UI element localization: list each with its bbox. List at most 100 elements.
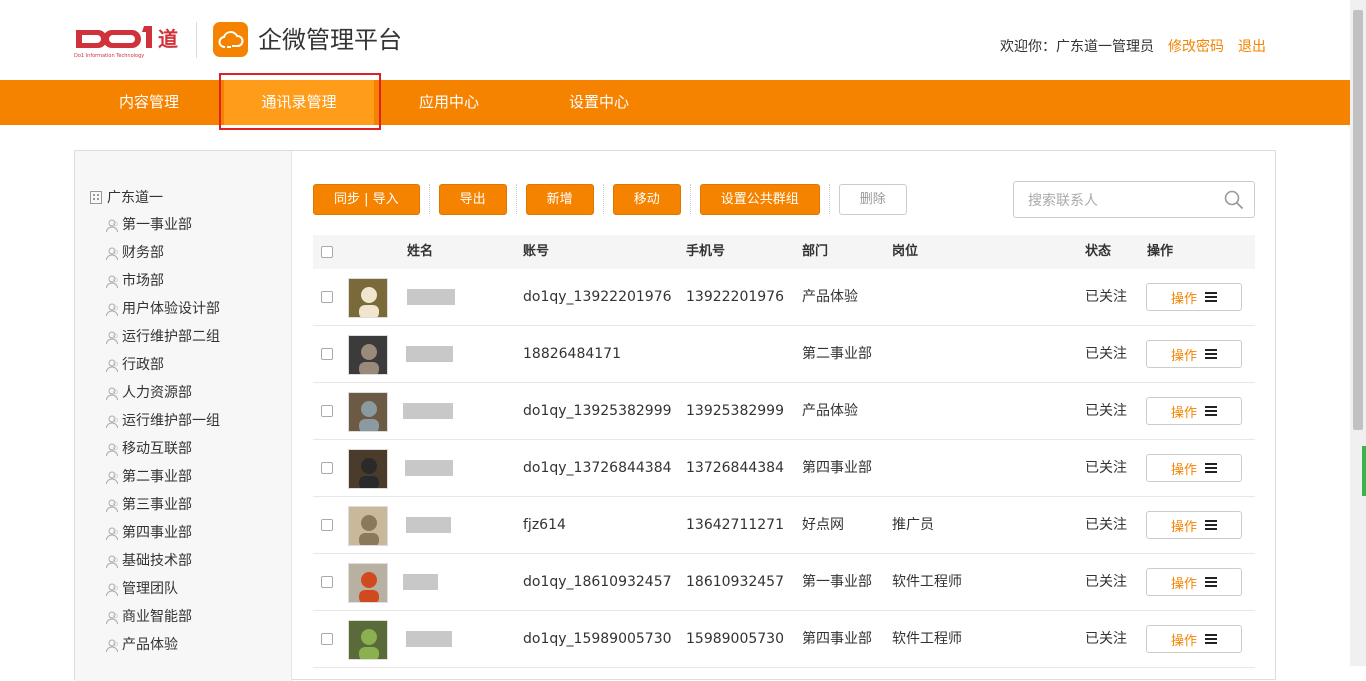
cell-phone: 15989005730: [686, 631, 784, 647]
row-checkbox[interactable]: [321, 519, 333, 531]
brand-logo[interactable]: 道 Do1 Information Technology: [74, 20, 184, 62]
person-group-icon: [105, 274, 120, 289]
logout-link[interactable]: 退出: [1238, 36, 1266, 56]
tree-item-label: 财务部: [122, 245, 164, 261]
name-redacted: [406, 517, 451, 533]
row-action-button[interactable]: 操作: [1146, 454, 1242, 482]
row-checkbox[interactable]: [321, 348, 333, 360]
scrollbar-thumb[interactable]: [1353, 10, 1363, 430]
change-password-link[interactable]: 修改密码: [1168, 36, 1224, 56]
cell-status: 已关注: [1085, 460, 1127, 476]
cell-department: 第二事业部: [802, 346, 872, 362]
tree-item[interactable]: 行政部: [105, 351, 220, 379]
header: 道 Do1 Information Technology 企微管理平台 欢迎你：…: [0, 0, 1366, 80]
tree-item[interactable]: 基础技术部: [105, 547, 220, 575]
avatar: [348, 506, 388, 546]
tree-item[interactable]: 第三事业部: [105, 491, 220, 519]
row-action-button[interactable]: 操作: [1146, 568, 1242, 596]
tree-item[interactable]: 市场部: [105, 267, 220, 295]
select-all-checkbox[interactable]: [321, 246, 333, 258]
tree-item-label: 产品体验: [122, 637, 178, 653]
name-redacted: [405, 460, 453, 476]
move-button[interactable]: 移动: [612, 183, 681, 215]
person-group-icon: [105, 498, 120, 513]
menu-icon: [1205, 634, 1217, 644]
logo-divider: [196, 22, 197, 58]
cell-account: fjz614: [523, 517, 566, 533]
main-nav: 内容管理 通讯录管理 应用中心 设置中心: [0, 80, 1350, 125]
header-position: 岗位: [892, 244, 919, 259]
tree-item[interactable]: 第二事业部: [105, 463, 220, 491]
tree-root[interactable]: 广东道一: [89, 187, 163, 207]
toolbar: 同步 | 导入 导出 新增 移动 设置公共群组 删除: [313, 183, 907, 215]
main-panel: 广东道一 第一事业部 财务部 市场部 用户体验设计部 运行维护部二组 行政部 人力资源部 运行…: [74, 150, 1276, 681]
tree-item[interactable]: 产品体验: [105, 631, 220, 659]
search-icon[interactable]: [1224, 190, 1244, 214]
page-scrollbar[interactable]: [1350, 0, 1366, 666]
menu-icon: [1205, 349, 1217, 359]
avatar: [348, 449, 388, 489]
nav-app-center[interactable]: 应用中心: [374, 80, 524, 125]
tree-root-label: 广东道一: [107, 190, 163, 206]
table-row[interactable]: 18826484171 第二事业部 已关注 操作: [313, 326, 1255, 383]
row-action-label: 操作: [1170, 462, 1197, 478]
tree-item[interactable]: 移动互联部: [105, 435, 220, 463]
export-button[interactable]: 导出: [438, 183, 507, 215]
menu-icon: [1205, 577, 1217, 587]
tree-item[interactable]: 商业智能部: [105, 603, 220, 631]
row-checkbox[interactable]: [321, 576, 333, 588]
cell-account: 18826484171: [523, 346, 621, 362]
table-row[interactable]: do1qy_15989005730 15989005730 第四事业部 软件工程师 已关…: [313, 611, 1255, 668]
tree-item[interactable]: 第一事业部: [105, 211, 220, 239]
cell-position: 软件工程师: [892, 574, 962, 590]
row-action-button[interactable]: 操作: [1146, 283, 1242, 311]
tree-item[interactable]: 财务部: [105, 239, 220, 267]
tree-item-label: 第四事业部: [122, 525, 192, 541]
cell-account: do1qy_18610932457: [523, 574, 672, 590]
person-group-icon: [105, 638, 120, 653]
side-float-tab[interactable]: [1362, 446, 1366, 496]
row-checkbox[interactable]: [321, 405, 333, 417]
user-area: 欢迎你：广东道一管理员 修改密码 退出: [1000, 36, 1266, 56]
tree-item[interactable]: 人力资源部: [105, 379, 220, 407]
sync-import-button[interactable]: 同步 | 导入: [313, 183, 420, 215]
tree-item[interactable]: 第四事业部: [105, 519, 220, 547]
set-public-group-button[interactable]: 设置公共群组: [699, 183, 820, 215]
tree-item-label: 移动互联部: [122, 441, 192, 457]
row-action-label: 操作: [1170, 405, 1197, 421]
table-row[interactable]: fjz614 13642711271 好点网 推广员 已关注 操作: [313, 497, 1255, 554]
building-icon: [90, 190, 102, 204]
add-button[interactable]: 新增: [525, 183, 594, 215]
cell-department: 好点网: [802, 517, 844, 533]
row-checkbox[interactable]: [321, 291, 333, 303]
person-group-icon: [105, 218, 120, 233]
row-checkbox[interactable]: [321, 462, 333, 474]
tree-item[interactable]: 管理团队: [105, 575, 220, 603]
cell-department: 产品体验: [802, 403, 858, 419]
row-action-button[interactable]: 操作: [1146, 340, 1242, 368]
person-group-icon: [105, 442, 120, 457]
name-redacted: [403, 403, 453, 419]
person-group-icon: [105, 582, 120, 597]
search-input[interactable]: [1014, 182, 1214, 217]
table-row[interactable]: do1qy_13726844384 13726844384 第四事业部 已关注 操作: [313, 440, 1255, 497]
person-group-icon: [105, 526, 120, 541]
tree-item[interactable]: 运行维护部二组: [105, 323, 220, 351]
nav-content-management[interactable]: 内容管理: [74, 80, 224, 125]
header-account: 账号: [523, 244, 550, 259]
tree-item-label: 市场部: [122, 273, 164, 289]
table-row[interactable]: do1qy_13925382999 13925382999 产品体验 已关注 操作: [313, 383, 1255, 440]
table-row[interactable]: do1qy_13922201976 13922201976 产品体验 已关注 操作: [313, 269, 1255, 326]
cell-department: 第一事业部: [802, 574, 872, 590]
row-action-button[interactable]: 操作: [1146, 511, 1242, 539]
nav-settings-center[interactable]: 设置中心: [524, 80, 674, 125]
table-row[interactable]: do1qy_18610932457 18610932457 第一事业部 软件工程师 已关…: [313, 554, 1255, 611]
tree-item[interactable]: 运行维护部一组: [105, 407, 220, 435]
tree-item[interactable]: 用户体验设计部: [105, 295, 220, 323]
nav-contacts-management[interactable]: 通讯录管理: [224, 80, 374, 125]
row-action-button[interactable]: 操作: [1146, 397, 1242, 425]
row-action-button[interactable]: 操作: [1146, 625, 1242, 653]
row-checkbox[interactable]: [321, 633, 333, 645]
delete-button[interactable]: 删除: [838, 183, 907, 215]
cell-phone: 18610932457: [686, 574, 784, 590]
